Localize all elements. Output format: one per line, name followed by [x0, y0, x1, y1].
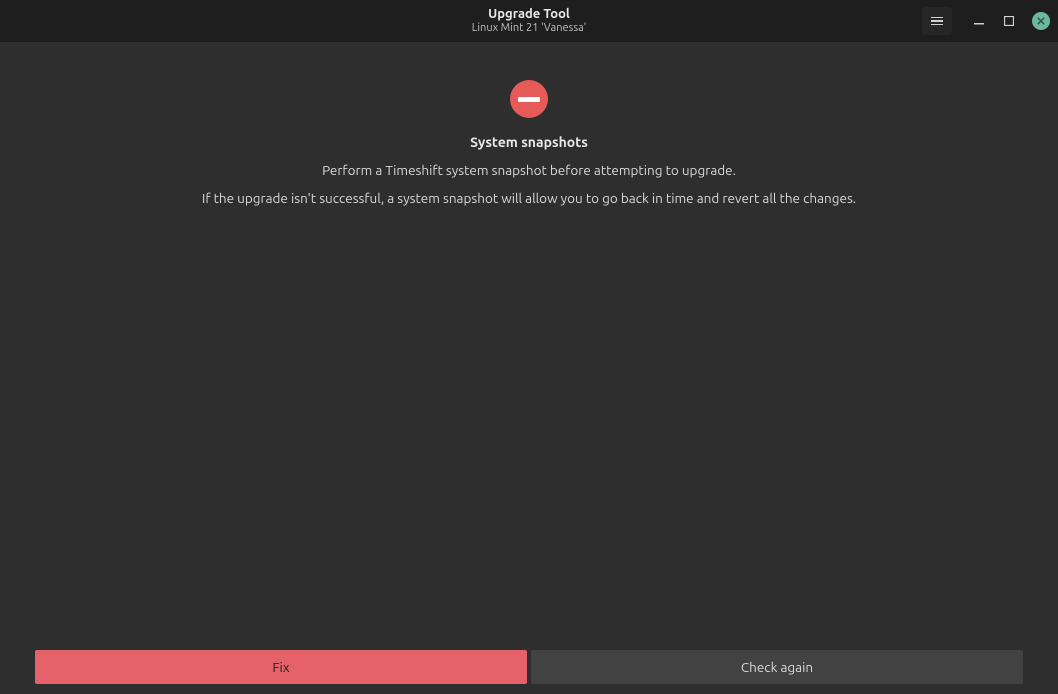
- close-icon: [1037, 17, 1045, 25]
- hamburger-menu-button[interactable]: [922, 7, 952, 35]
- section-heading: System snapshots: [470, 134, 588, 150]
- minimize-icon: [974, 16, 984, 26]
- no-entry-bar-icon: [518, 97, 540, 102]
- maximize-button[interactable]: [996, 8, 1022, 34]
- maximize-icon: [1004, 16, 1014, 26]
- titlebar-center: Upgrade Tool Linux Mint 21 'Vanessa': [472, 7, 586, 36]
- hamburger-icon: [931, 15, 943, 28]
- titlebar: Upgrade Tool Linux Mint 21 'Vanessa': [0, 0, 1058, 42]
- minimize-button[interactable]: [966, 8, 992, 34]
- close-button[interactable]: [1032, 12, 1050, 30]
- instruction-text-1: Perform a Timeshift system snapshot befo…: [322, 162, 736, 178]
- titlebar-controls: [922, 7, 1050, 35]
- fix-button[interactable]: Fix: [35, 650, 527, 684]
- error-icon: [510, 80, 548, 118]
- window-subtitle: Linux Mint 21 'Vanessa': [472, 22, 586, 35]
- instruction-text-2: If the upgrade isn't successful, a syste…: [202, 190, 856, 206]
- check-again-button[interactable]: Check again: [531, 650, 1023, 684]
- window-title: Upgrade Tool: [472, 7, 586, 23]
- footer-actions: Fix Check again: [0, 642, 1058, 694]
- main-content: System snapshots Perform a Timeshift sys…: [0, 42, 1058, 642]
